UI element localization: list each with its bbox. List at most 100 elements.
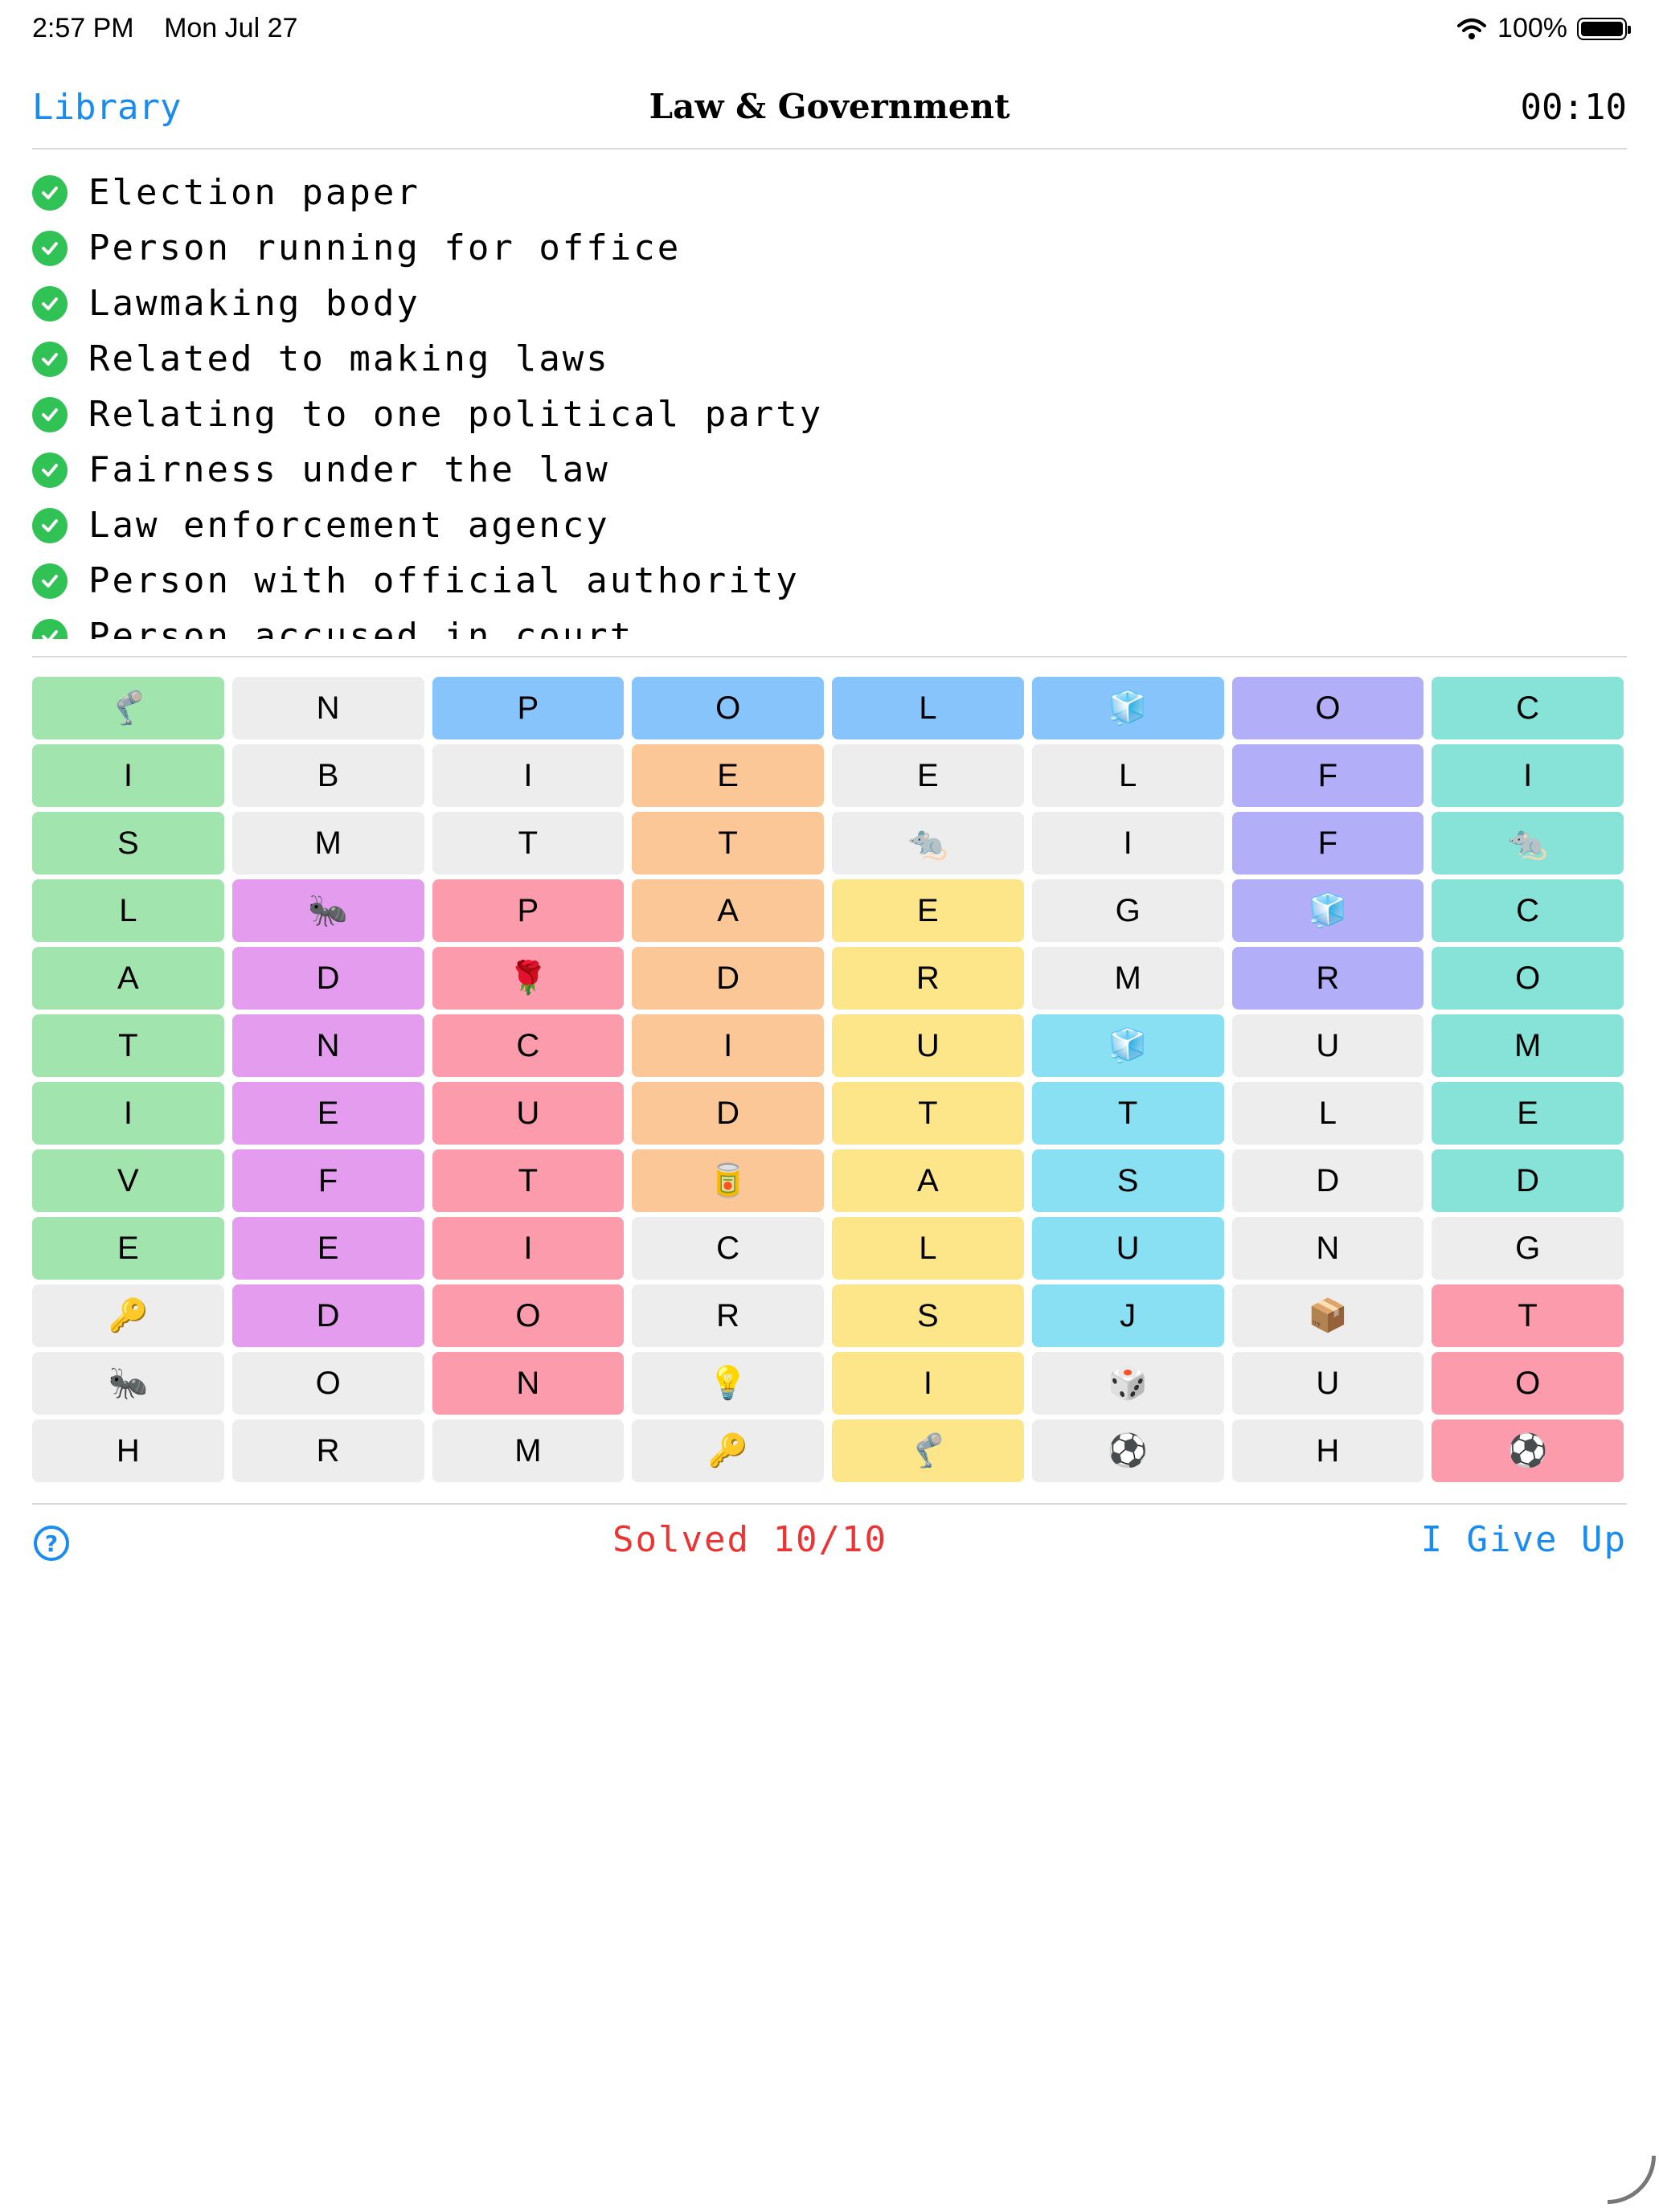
grid-cell[interactable]: C bbox=[1432, 879, 1624, 942]
grid-cell[interactable]: G bbox=[1031, 879, 1224, 942]
grid-cell[interactable]: U bbox=[1031, 1217, 1224, 1280]
grid-cell[interactable]: M bbox=[432, 1419, 625, 1482]
grid-cell[interactable]: T bbox=[32, 1014, 224, 1077]
cell-content: S bbox=[117, 825, 139, 861]
grid-cell[interactable]: S bbox=[32, 812, 224, 875]
grid-cell[interactable]: C bbox=[632, 1217, 824, 1280]
grid-cell[interactable]: B bbox=[231, 744, 424, 807]
grid-cell[interactable]: E bbox=[832, 879, 1024, 942]
grid-cell[interactable]: 🔑 bbox=[632, 1419, 824, 1482]
grid-cell[interactable]: L bbox=[32, 879, 224, 942]
grid-cell[interactable]: J bbox=[1031, 1284, 1224, 1347]
grid-cell[interactable]: 🔑 bbox=[32, 1284, 224, 1347]
grid-cell[interactable]: D bbox=[1231, 1149, 1424, 1212]
grid-cell[interactable]: A bbox=[32, 947, 224, 1010]
grid-cell[interactable]: 🐀 bbox=[832, 812, 1024, 875]
grid-cell[interactable]: U bbox=[432, 1082, 625, 1145]
grid-cell[interactable]: O bbox=[231, 1352, 424, 1415]
grid-cell[interactable]: H bbox=[1231, 1419, 1424, 1482]
grid-cell[interactable]: 🐀 bbox=[1432, 812, 1624, 875]
grid-cell[interactable]: M bbox=[1432, 1014, 1624, 1077]
grid-cell[interactable]: ⚽ bbox=[1432, 1419, 1624, 1482]
grid-cell[interactable]: L bbox=[1231, 1082, 1424, 1145]
grid-cell[interactable]: 🌹 bbox=[432, 947, 625, 1010]
grid-cell[interactable]: M bbox=[1031, 947, 1224, 1010]
grid-cell[interactable]: D bbox=[1432, 1149, 1624, 1212]
grid-cell[interactable]: T bbox=[432, 1149, 625, 1212]
grid-cell[interactable]: R bbox=[832, 947, 1024, 1010]
grid-cell[interactable]: U bbox=[1231, 1014, 1424, 1077]
grid-cell[interactable]: I bbox=[32, 744, 224, 807]
grid-cell[interactable]: 🐜 bbox=[32, 1352, 224, 1415]
grid-cell[interactable]: N bbox=[231, 1014, 424, 1077]
grid-cell[interactable]: D bbox=[231, 1284, 424, 1347]
grid-cell[interactable]: 💡 bbox=[632, 1352, 824, 1415]
grid-cell[interactable]: D bbox=[632, 947, 824, 1010]
grid-cell[interactable]: 📦 bbox=[1231, 1284, 1424, 1347]
grid-cell[interactable]: V bbox=[32, 1149, 224, 1212]
grid-cell[interactable]: I bbox=[1432, 744, 1624, 807]
grid-cell[interactable]: 🧊 bbox=[1031, 1014, 1224, 1077]
clue-list[interactable]: Election paper Person running for office L… bbox=[32, 165, 1627, 639]
grid-cell[interactable]: M bbox=[231, 812, 424, 875]
grid-cell[interactable]: O bbox=[1432, 1352, 1624, 1415]
grid-cell[interactable]: F bbox=[231, 1149, 424, 1212]
grid-cell[interactable]: C bbox=[1432, 677, 1624, 739]
grid-cell[interactable]: R bbox=[1231, 947, 1424, 1010]
grid-cell[interactable]: 🐜 bbox=[231, 879, 424, 942]
grid-cell[interactable]: E bbox=[231, 1217, 424, 1280]
grid-cell[interactable]: D bbox=[231, 947, 424, 1010]
grid-cell[interactable]: R bbox=[231, 1419, 424, 1482]
grid-cell[interactable]: N bbox=[1231, 1217, 1424, 1280]
grid-cell[interactable]: I bbox=[432, 744, 625, 807]
grid-cell[interactable]: D bbox=[632, 1082, 824, 1145]
grid-cell[interactable]: U bbox=[832, 1014, 1024, 1077]
grid-cell[interactable]: 🥫 bbox=[632, 1149, 824, 1212]
grid-cell[interactable]: E bbox=[32, 1217, 224, 1280]
grid-cell[interactable]: T bbox=[432, 812, 625, 875]
grid-cell[interactable]: O bbox=[432, 1284, 625, 1347]
grid-cell[interactable]: N bbox=[432, 1352, 625, 1415]
grid-cell[interactable]: E bbox=[832, 744, 1024, 807]
grid-cell[interactable]: I bbox=[1031, 812, 1224, 875]
grid-cell[interactable]: F bbox=[1231, 744, 1424, 807]
grid-cell[interactable]: T bbox=[1432, 1284, 1624, 1347]
grid-cell[interactable]: S bbox=[1031, 1149, 1224, 1212]
grid-cell[interactable]: 🎲 bbox=[1031, 1352, 1224, 1415]
grid-cell[interactable]: 🧊 bbox=[1031, 677, 1224, 739]
grid-cell[interactable]: 🦿 bbox=[832, 1419, 1024, 1482]
grid-cell[interactable]: H bbox=[32, 1419, 224, 1482]
grid-cell[interactable]: I bbox=[432, 1217, 625, 1280]
grid-cell[interactable]: P bbox=[432, 879, 625, 942]
grid-cell[interactable]: U bbox=[1231, 1352, 1424, 1415]
grid-cell[interactable]: O bbox=[632, 677, 824, 739]
grid-cell[interactable]: 🦿 bbox=[32, 677, 224, 739]
grid-cell[interactable]: L bbox=[832, 1217, 1024, 1280]
grid-cell[interactable]: O bbox=[1231, 677, 1424, 739]
grid-cell[interactable]: O bbox=[1432, 947, 1624, 1010]
grid-cell[interactable]: L bbox=[1031, 744, 1224, 807]
grid-cell[interactable]: A bbox=[632, 879, 824, 942]
resize-handle-icon[interactable] bbox=[1608, 2156, 1656, 2204]
grid-cell[interactable]: C bbox=[432, 1014, 625, 1077]
grid-cell[interactable]: T bbox=[832, 1082, 1024, 1145]
grid-cell[interactable]: E bbox=[632, 744, 824, 807]
grid-cell[interactable]: 🧊 bbox=[1231, 879, 1424, 942]
grid-cell[interactable]: ⚽ bbox=[1031, 1419, 1224, 1482]
give-up-button[interactable]: I Give Up bbox=[1421, 1519, 1627, 1560]
grid-cell[interactable]: E bbox=[1432, 1082, 1624, 1145]
grid-cell[interactable]: F bbox=[1231, 812, 1424, 875]
grid-cell[interactable]: E bbox=[231, 1082, 424, 1145]
grid-cell[interactable]: I bbox=[632, 1014, 824, 1077]
grid-cell[interactable]: R bbox=[632, 1284, 824, 1347]
grid-cell[interactable]: A bbox=[832, 1149, 1024, 1212]
grid-cell[interactable]: S bbox=[832, 1284, 1024, 1347]
grid-cell[interactable]: N bbox=[231, 677, 424, 739]
grid-cell[interactable]: L bbox=[832, 677, 1024, 739]
grid-cell[interactable]: T bbox=[1031, 1082, 1224, 1145]
grid-cell[interactable]: T bbox=[632, 812, 824, 875]
grid-cell[interactable]: P bbox=[432, 677, 625, 739]
grid-cell[interactable]: I bbox=[32, 1082, 224, 1145]
grid-cell[interactable]: G bbox=[1432, 1217, 1624, 1280]
grid-cell[interactable]: I bbox=[832, 1352, 1024, 1415]
